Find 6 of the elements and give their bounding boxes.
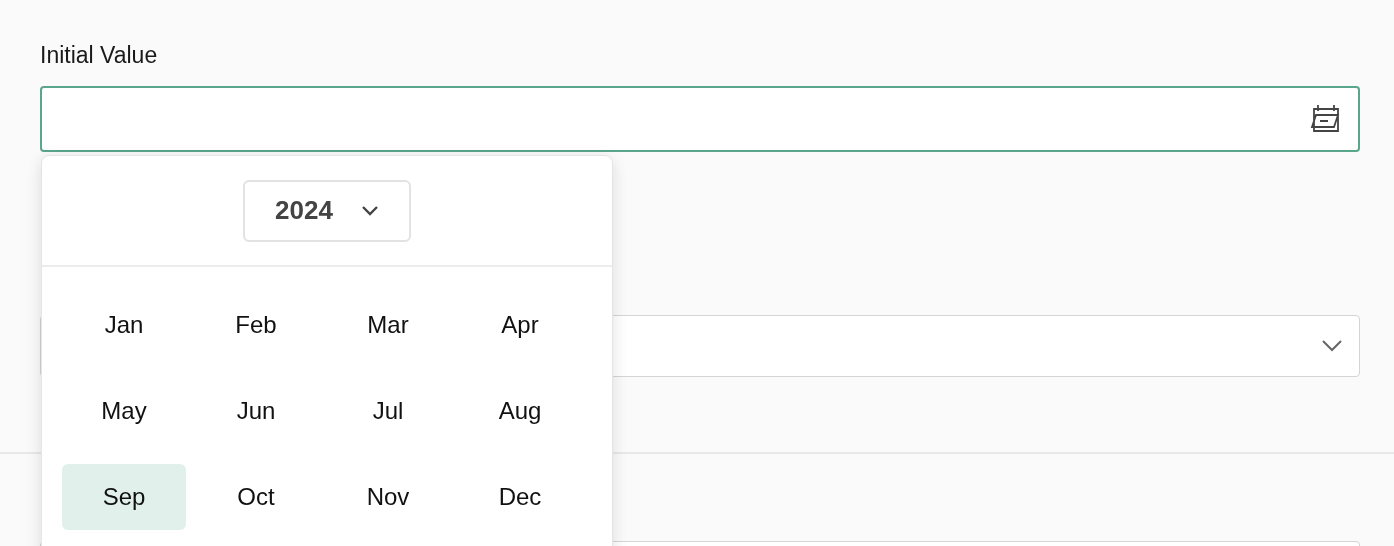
month-option[interactable]: Sep [62,464,186,530]
year-select[interactable]: 2024 [243,179,411,242]
chevron-down-icon [1321,339,1343,353]
chevron-down-icon [360,205,379,216]
date-input-field[interactable] [40,86,1360,152]
field-label: Initial Value [40,41,158,70]
